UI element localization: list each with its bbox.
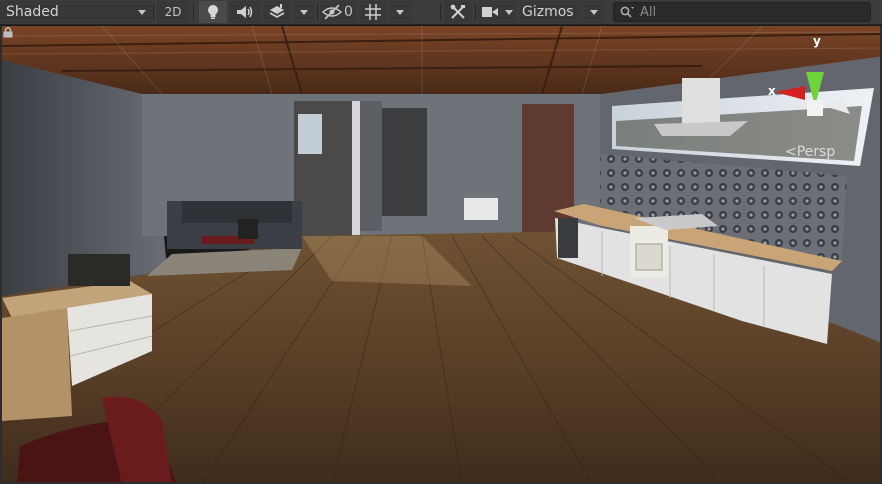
- draw-mode-dropdown[interactable]: Shaded: [0, 1, 152, 23]
- toolbar-divider: [440, 3, 441, 21]
- toolbar-divider: [475, 3, 476, 21]
- scene-toolbar: Shaded 2D 0 Gizmos All: [0, 0, 882, 25]
- toolbar-divider: [193, 3, 194, 21]
- grid-snap-icon: [365, 4, 381, 20]
- grid-snap-button[interactable]: [359, 1, 387, 23]
- scene-render: [2, 26, 880, 482]
- toggle-2d-button[interactable]: 2D: [157, 1, 189, 23]
- toolbar-divider: [317, 3, 318, 21]
- effects-toggle-button[interactable]: [263, 1, 291, 23]
- speaker-icon: [237, 6, 253, 18]
- scene-visibility-button[interactable]: 0: [320, 1, 356, 23]
- search-input[interactable]: [640, 4, 860, 20]
- lock-icon[interactable]: [2, 26, 14, 38]
- eye-slash-icon: [322, 4, 342, 20]
- grid-dropdown[interactable]: [389, 1, 411, 23]
- toolbar-divider: [153, 3, 154, 21]
- sofa-back: [182, 201, 292, 223]
- radio-box: [68, 254, 130, 286]
- speaker-box: [238, 219, 258, 239]
- search-icon: [620, 6, 634, 18]
- lightbulb-icon: [208, 5, 218, 19]
- range-hood: [682, 78, 720, 128]
- gizmos-dropdown[interactable]: [583, 1, 605, 23]
- layers-icon: [269, 4, 285, 18]
- tools-icon: [450, 4, 465, 19]
- dresser-side: [2, 308, 72, 421]
- chevron-down-icon: [504, 9, 513, 15]
- dishwasher: [558, 218, 578, 258]
- gizmos-label: Gizmos: [522, 4, 574, 20]
- doorway-right: [382, 108, 427, 216]
- oven-door: [635, 243, 663, 271]
- x-axis-label: x: [768, 84, 776, 98]
- gizmo-center-cube[interactable]: [807, 100, 823, 116]
- tools-button[interactable]: [444, 1, 472, 23]
- scene-viewport[interactable]: y x <Persp: [0, 26, 882, 484]
- chevron-down-icon: [138, 9, 146, 15]
- chevron-down-icon: [396, 9, 404, 15]
- effects-dropdown[interactable]: [293, 1, 315, 23]
- door-frame: [352, 101, 360, 241]
- lighting-toggle-button[interactable]: [199, 1, 227, 23]
- audio-toggle-button[interactable]: [230, 1, 260, 23]
- camera-icon: [481, 7, 498, 17]
- white-chair: [464, 198, 498, 220]
- chevron-down-icon: [590, 9, 598, 15]
- hall-window: [298, 114, 322, 154]
- y-axis-label: y: [813, 34, 821, 48]
- chevron-down-icon: [300, 9, 308, 15]
- projection-toggle[interactable]: <Persp: [785, 144, 835, 160]
- scene-search-field[interactable]: [613, 2, 871, 22]
- gizmos-toggle-button[interactable]: Gizmos: [519, 1, 581, 23]
- pillar: [360, 101, 382, 231]
- hidden-objects-count: 0: [344, 4, 353, 20]
- camera-settings-button[interactable]: [478, 1, 516, 23]
- draw-mode-label: Shaded: [6, 4, 59, 20]
- toggle-2d-label: 2D: [164, 5, 182, 19]
